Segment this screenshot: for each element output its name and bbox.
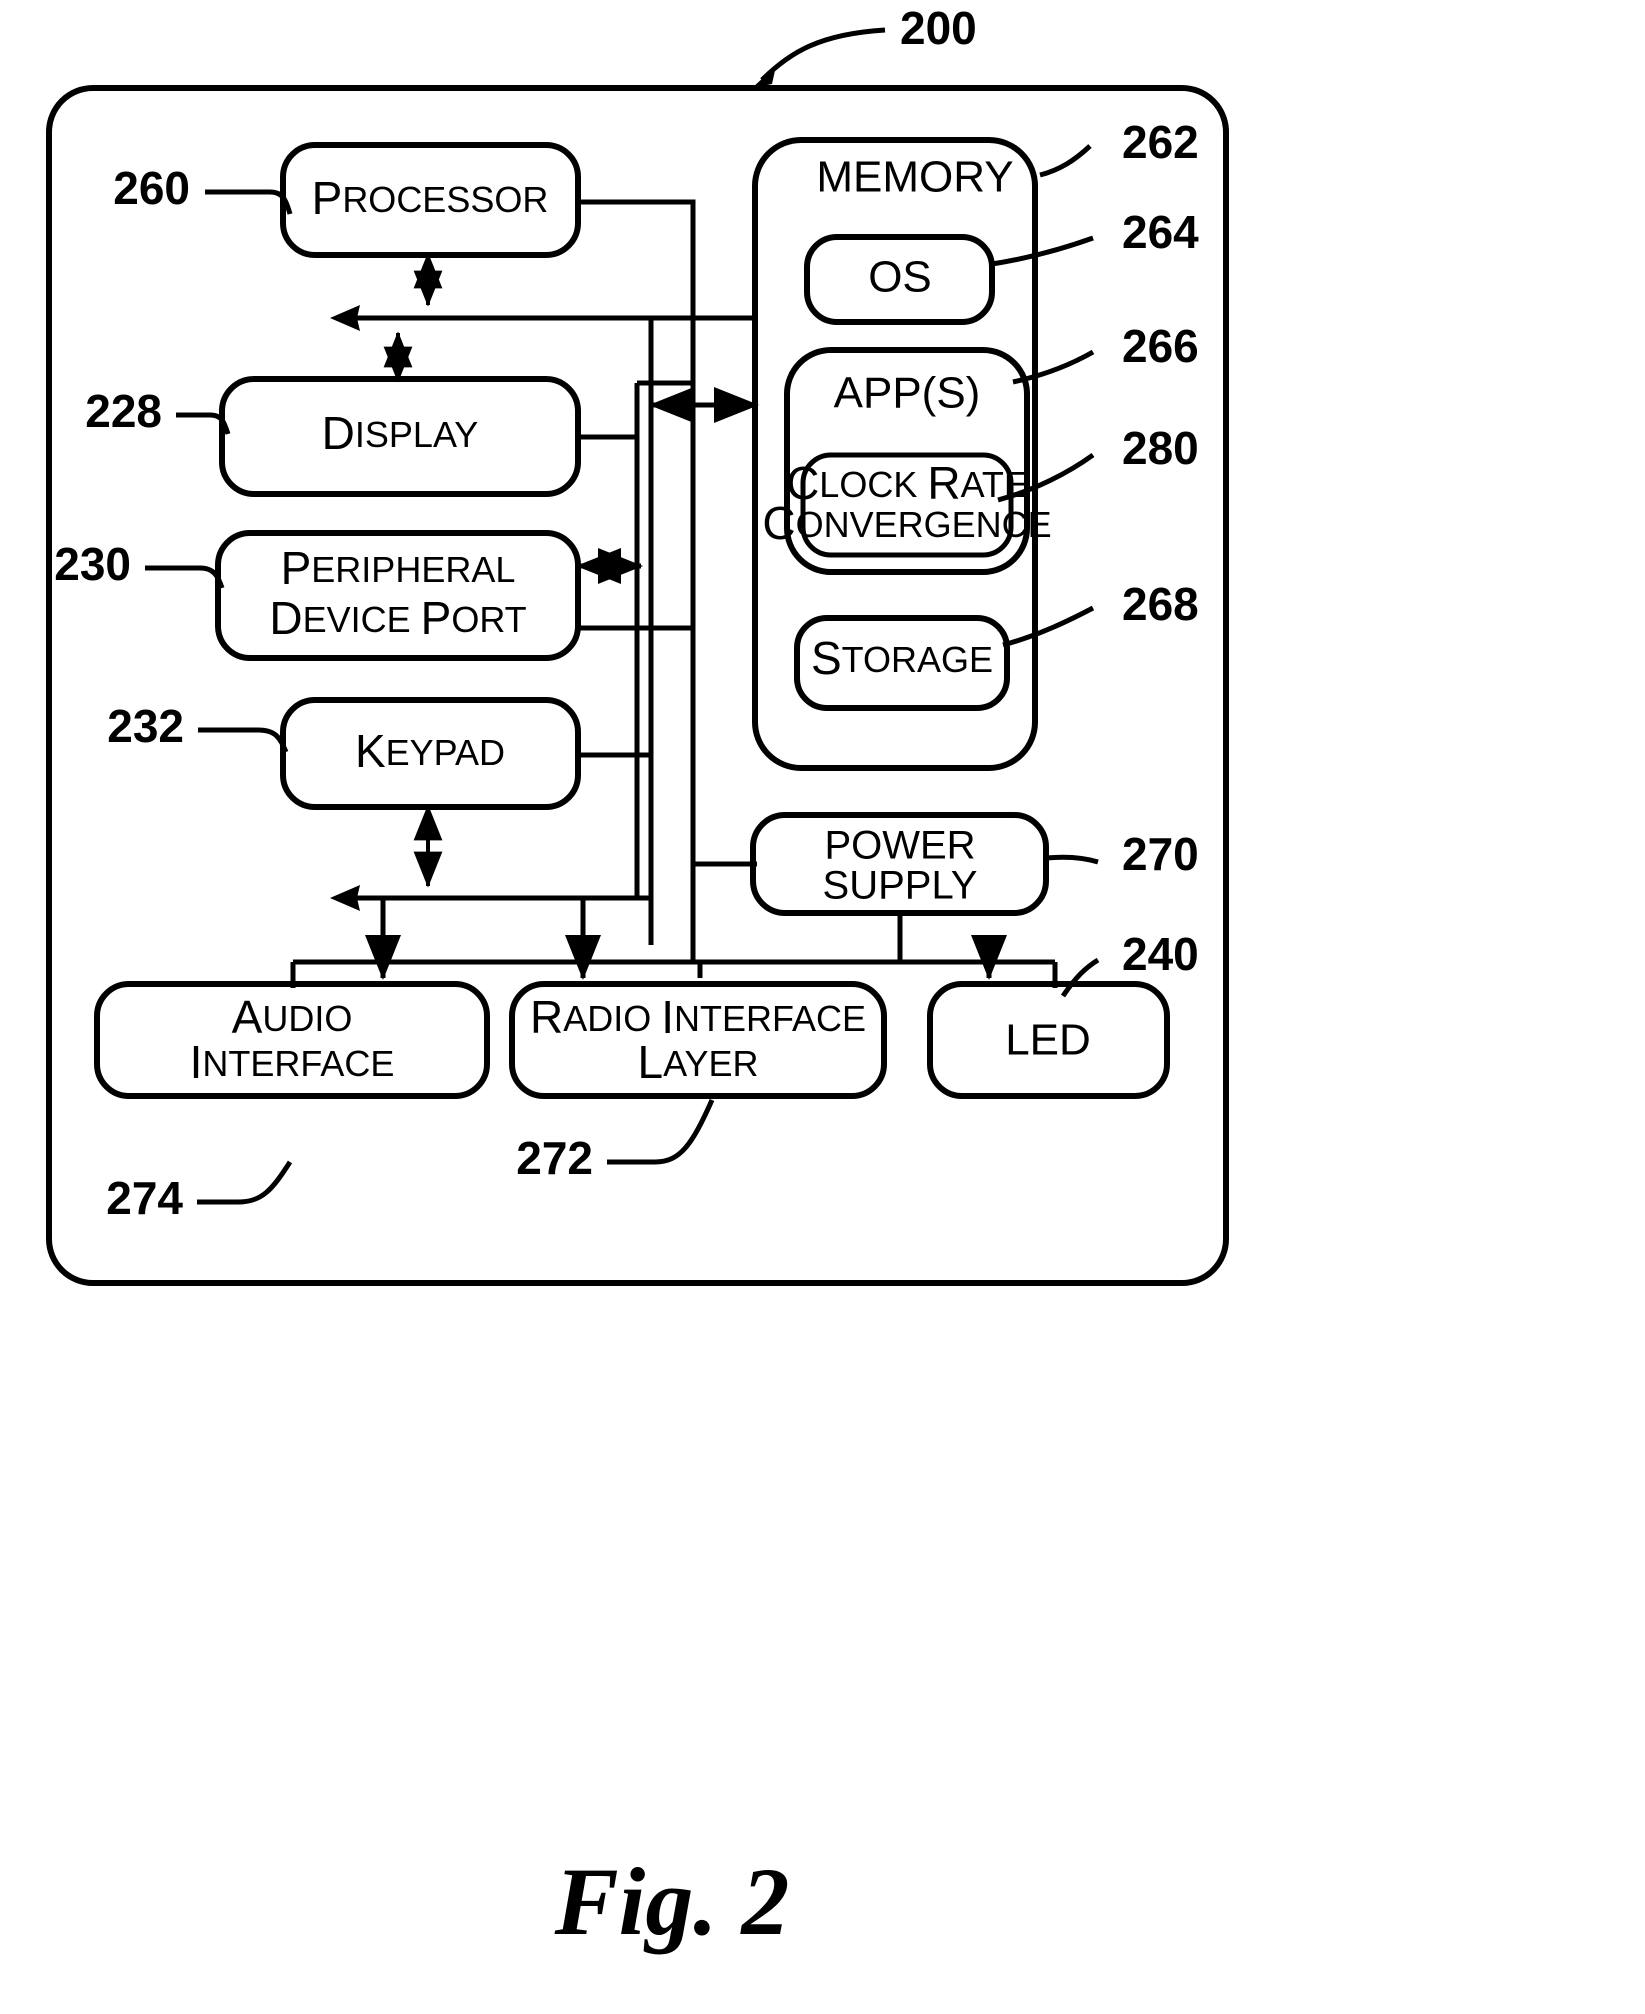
peripheral-line2-initial: D bbox=[269, 592, 302, 644]
ref-label-228: 228 bbox=[85, 385, 162, 437]
radio-line1-initial: R bbox=[530, 991, 563, 1043]
block-os[interactable]: OS bbox=[804, 234, 995, 325]
ref-callout-230: 230 bbox=[54, 538, 225, 590]
peripheral-line2-a: EVICE bbox=[303, 599, 421, 640]
display-label-initial: D bbox=[322, 407, 355, 459]
audio-line1-rest: UDIO bbox=[262, 998, 352, 1039]
ref-callout-232: 232 bbox=[107, 700, 289, 753]
crc-line1-initial2: R bbox=[927, 457, 960, 509]
block-display[interactable]: DISPLAY bbox=[219, 376, 581, 497]
svg-text:DEVICE PORT: DEVICE PORT bbox=[269, 592, 526, 644]
svg-text:DISPLAY: DISPLAY bbox=[322, 407, 479, 459]
ref-callout-264: 264 bbox=[991, 206, 1199, 267]
audio-line2-rest: NTERFACE bbox=[202, 1043, 394, 1084]
ref-label-274: 274 bbox=[106, 1172, 183, 1224]
led-label: LED bbox=[1005, 1016, 1091, 1065]
block-peripheral-device-port[interactable]: PERIPHERAL DEVICE PORT bbox=[215, 530, 581, 661]
ref-label-240: 240 bbox=[1122, 928, 1199, 980]
processor-label-initial: P bbox=[312, 172, 343, 224]
svg-text:INTERFACE: INTERFACE bbox=[190, 1036, 395, 1088]
ref-label-260: 260 bbox=[113, 162, 190, 214]
ref-callout-200: 200 bbox=[752, 2, 977, 88]
svg-text:AUDIO: AUDIO bbox=[232, 991, 353, 1043]
keypad-label-initial: K bbox=[355, 725, 386, 777]
ref-label-280: 280 bbox=[1122, 422, 1199, 474]
storage-label-rest: TORAGE bbox=[842, 639, 993, 680]
crc-line1-a: LOCK bbox=[819, 464, 927, 505]
svg-text:CLOCK RATE: CLOCK RATE bbox=[786, 457, 1028, 509]
os-label: OS bbox=[868, 253, 932, 302]
block-processor[interactable]: PROCESSOR bbox=[280, 142, 581, 258]
ref-callout-274: 274 bbox=[106, 1160, 293, 1224]
processor-label-rest: ROCESSOR bbox=[342, 179, 548, 220]
svg-text:PERIPHERAL: PERIPHERAL bbox=[281, 542, 516, 594]
ref-callout-228: 228 bbox=[85, 385, 231, 437]
radio-line2-initial: L bbox=[638, 1036, 664, 1088]
display-label-rest: ISPLAY bbox=[355, 414, 478, 455]
ref-callout-266: 266 bbox=[1012, 320, 1199, 385]
ref-callout-262: 262 bbox=[1039, 116, 1199, 178]
ref-label-266: 266 bbox=[1122, 320, 1199, 372]
ref-label-268: 268 bbox=[1122, 578, 1199, 630]
power-supply-line1: POWER bbox=[824, 824, 975, 868]
radio-line2-rest: AYER bbox=[663, 1043, 758, 1084]
apps-label: APP(S) bbox=[834, 369, 981, 418]
peripheral-line1-rest: ERIPHERAL bbox=[311, 549, 515, 590]
block-radio-interface-layer[interactable]: RADIO INTERFACE LAYER bbox=[509, 981, 887, 1099]
svg-text:PROCESSOR: PROCESSOR bbox=[312, 172, 549, 224]
block-led[interactable]: LED bbox=[927, 981, 1170, 1099]
ref-callout-270: 270 bbox=[1045, 828, 1199, 880]
ref-label-200: 200 bbox=[900, 2, 977, 54]
crc-line1-b: ATE bbox=[961, 464, 1028, 505]
block-keypad[interactable]: KEYPAD bbox=[280, 697, 581, 810]
radio-line1-initial2: I bbox=[661, 991, 674, 1043]
block-clock-rate-convergence[interactable]: CLOCK RATE CONVERGENCE bbox=[762, 452, 1052, 558]
block-power-supply[interactable]: POWER SUPPLY bbox=[750, 812, 1049, 916]
svg-text:KEYPAD: KEYPAD bbox=[355, 725, 505, 777]
ref-label-270: 270 bbox=[1122, 828, 1199, 880]
block-audio-interface[interactable]: AUDIO INTERFACE bbox=[94, 981, 490, 1099]
keypad-label-rest: EYPAD bbox=[386, 732, 505, 773]
audio-line1-initial: A bbox=[232, 991, 263, 1043]
radio-line1-b: NTERFACE bbox=[674, 998, 866, 1039]
ref-label-262: 262 bbox=[1122, 116, 1199, 168]
peripheral-line2-b: ORT bbox=[451, 599, 526, 640]
peripheral-line2-initial2: P bbox=[421, 592, 452, 644]
ref-label-272: 272 bbox=[516, 1132, 593, 1184]
ref-callout-272: 272 bbox=[516, 1098, 715, 1184]
svg-text:STORAGE: STORAGE bbox=[811, 632, 993, 684]
svg-text:LAYER: LAYER bbox=[638, 1036, 759, 1088]
ref-label-230: 230 bbox=[54, 538, 131, 590]
audio-line2-initial: I bbox=[190, 1036, 203, 1088]
storage-label-initial: S bbox=[811, 632, 842, 684]
figure-caption: Fig. 2 bbox=[554, 1848, 790, 1955]
block-storage[interactable]: STORAGE bbox=[794, 615, 1010, 711]
peripheral-line1-initial: P bbox=[281, 542, 312, 594]
memory-label: MEMORY bbox=[816, 153, 1013, 202]
crc-line2-initial: C bbox=[762, 497, 795, 549]
patent-figure-2: 200 PROCESSOR 260 DISPLAY 228 PERIPHERAL… bbox=[0, 0, 1645, 2014]
radio-line1-a: ADIO bbox=[563, 998, 661, 1039]
crc-line2-rest: ONVERGENCE bbox=[796, 504, 1052, 545]
svg-text:CONVERGENCE: CONVERGENCE bbox=[762, 497, 1051, 549]
ref-label-232: 232 bbox=[107, 700, 184, 752]
svg-text:RADIO INTERFACE: RADIO INTERFACE bbox=[530, 991, 866, 1043]
ref-label-264: 264 bbox=[1122, 206, 1199, 258]
power-supply-line2: SUPPLY bbox=[823, 864, 978, 908]
ref-callout-260: 260 bbox=[113, 162, 293, 215]
